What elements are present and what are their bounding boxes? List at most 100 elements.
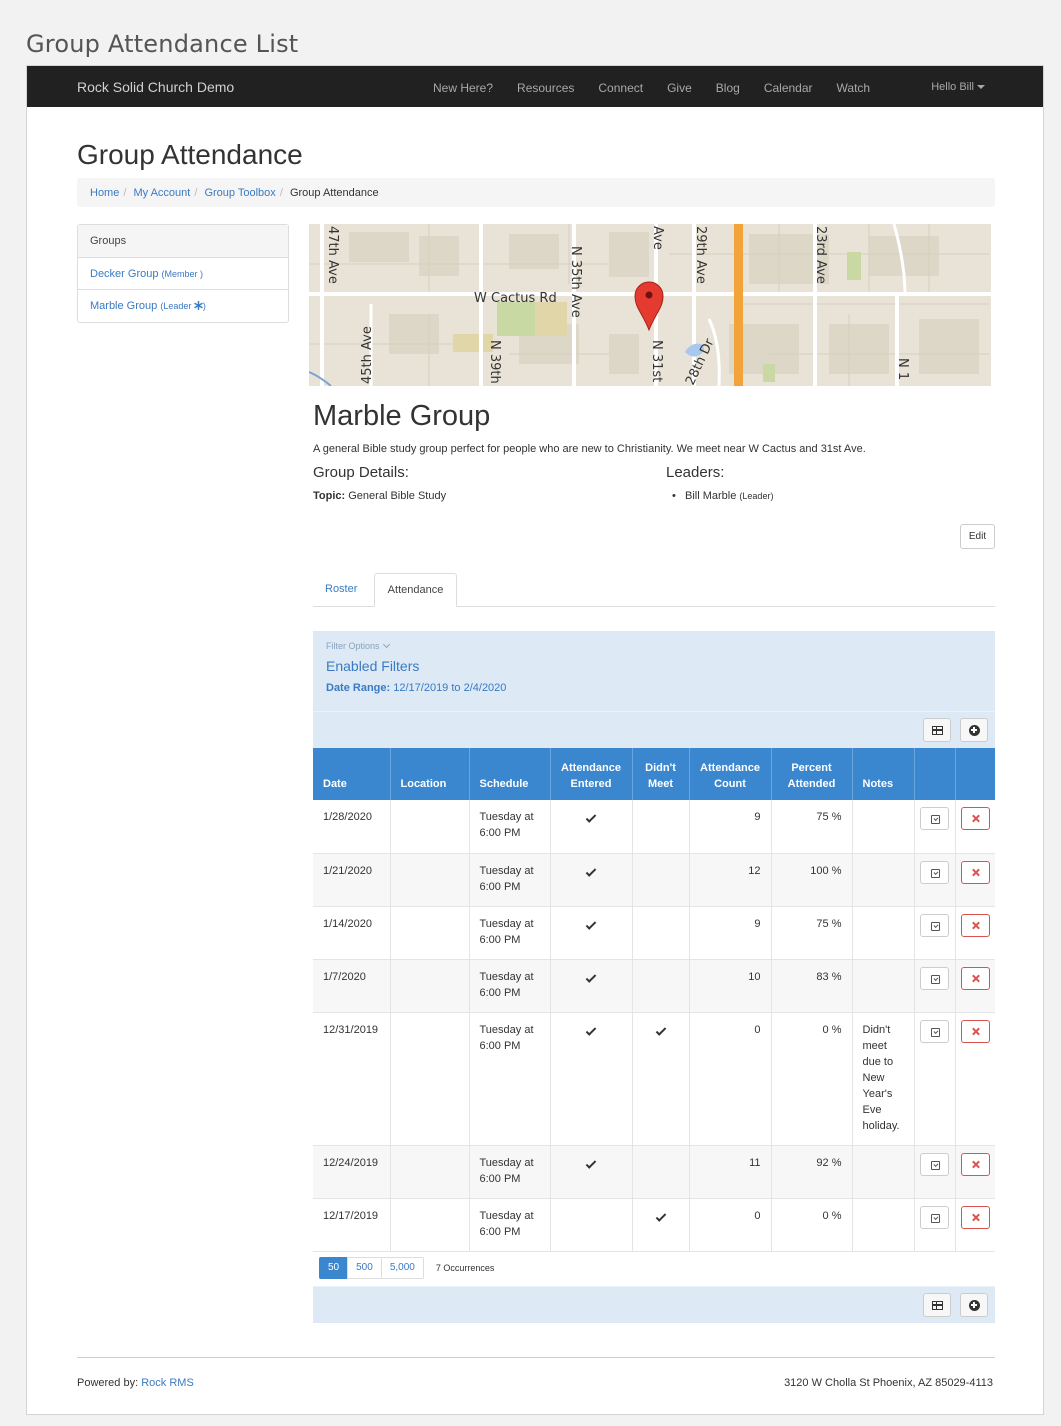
table-row[interactable]: 1/28/2020 Tuesday at 6:00 PM 9 75 % (313, 800, 995, 854)
nav-item-watch[interactable]: Watch (837, 81, 871, 95)
nav-item-give[interactable]: Give (667, 81, 692, 95)
cell-attendance-count: 0 (689, 1012, 772, 1146)
map-label-cactus: W Cactus Rd (474, 291, 557, 306)
cell-attendance-entered (550, 853, 633, 907)
col-location[interactable]: Location (390, 748, 470, 800)
tab-attendance[interactable]: Attendance (374, 573, 457, 607)
browser-page: Rock Solid Church Demo New Here? Resourc… (26, 65, 1044, 1415)
edit-attendance-button[interactable] (920, 1019, 949, 1043)
check-square-icon (931, 868, 940, 878)
cell-edit (914, 959, 956, 1013)
col-date[interactable]: Date (313, 748, 391, 800)
table-row[interactable]: 12/24/2019 Tuesday at 6:00 PM 11 92 % (313, 1145, 995, 1199)
map-label-31st: N 31st (649, 340, 664, 382)
delete-occurrence-button[interactable] (960, 1152, 990, 1176)
nav-item-calendar[interactable]: Calendar (764, 81, 813, 95)
topic-value: General Bible Study (348, 490, 447, 502)
table-row[interactable]: 1/14/2020 Tuesday at 6:00 PM 9 75 % (313, 906, 995, 960)
col-schedule[interactable]: Schedule (469, 748, 551, 800)
document-title: Group Attendance List (26, 30, 299, 58)
group-link-marble[interactable]: Marble Group (Leader ) (78, 290, 288, 322)
close-icon (971, 814, 981, 824)
user-menu-label: Hello Bill (931, 81, 974, 93)
delete-occurrence-button[interactable] (960, 1019, 990, 1043)
cell-location (390, 959, 470, 1013)
delete-occurrence-button[interactable] (960, 966, 990, 990)
cell-delete (955, 1198, 995, 1252)
group-details-heading: Group Details: (313, 464, 409, 481)
cell-date: 1/7/2020 (313, 959, 391, 1013)
group-location-map[interactable]: W Cactus Rd 47th Ave N 35th Ave Ave 29th… (309, 224, 991, 386)
brand-link[interactable]: Rock Solid Church Demo (77, 79, 234, 95)
breadcrumb-my-account[interactable]: My Account (133, 187, 190, 199)
delete-occurrence-button[interactable] (960, 913, 990, 937)
table-row[interactable]: 1/21/2020 Tuesday at 6:00 PM 12 100 % (313, 853, 995, 907)
delete-occurrence-button[interactable] (960, 807, 990, 830)
table-row[interactable]: 1/7/2020 Tuesday at 6:00 PM 10 83 % (313, 959, 995, 1013)
table-row[interactable]: 12/17/2019 Tuesday at 6:00 PM 0 0 % (313, 1198, 995, 1252)
cell-date: 1/28/2020 (313, 800, 391, 854)
export-excel-button[interactable] (923, 718, 951, 742)
table-row[interactable]: 12/31/2019 Tuesday at 6:00 PM 0 0 % Didn't me… (313, 1012, 995, 1146)
delete-occurrence-button[interactable] (960, 860, 990, 884)
cell-edit (914, 906, 956, 960)
cell-percent-attended: 75 % (771, 800, 853, 854)
edit-attendance-button[interactable] (920, 860, 949, 884)
cell-attendance-count: 10 (689, 959, 772, 1013)
edit-attendance-button[interactable] (920, 966, 949, 990)
nav-item-blog[interactable]: Blog (716, 81, 740, 95)
cell-delete (955, 1145, 995, 1199)
cell-date: 1/14/2020 (313, 906, 391, 960)
map-label-47th: 47th Ave (325, 226, 340, 284)
tab-roster[interactable]: Roster (313, 573, 369, 607)
add-occurrence-button[interactable] (960, 718, 988, 742)
col-percent-attended[interactable]: Percent Attended (771, 748, 853, 800)
breadcrumb: Home / My Account / Group Toolbox / Group A… (77, 178, 995, 207)
breadcrumb-group-toolbox[interactable]: Group Toolbox (204, 187, 275, 199)
add-occurrence-button-bottom[interactable] (960, 1293, 988, 1317)
table-icon (931, 1300, 943, 1310)
edit-attendance-button[interactable] (920, 913, 949, 937)
edit-attendance-button[interactable] (920, 1205, 949, 1229)
delete-occurrence-button[interactable] (960, 1205, 990, 1229)
cell-location (390, 906, 470, 960)
plus-circle-icon (968, 724, 980, 736)
col-attendance-entered[interactable]: Attendance Entered (550, 748, 633, 800)
nav-item-connect[interactable]: Connect (598, 81, 643, 95)
cell-schedule: Tuesday at 6:00 PM (469, 1145, 551, 1199)
map-label-23rd: 23rd Ave (813, 226, 828, 284)
rock-rms-link[interactable]: Rock RMS (141, 1377, 194, 1389)
page-size-500[interactable]: 500 (347, 1257, 382, 1279)
attendance-grid: Date Location Schedule Attendance Entered… (313, 748, 995, 1252)
groups-panel: Groups Decker Group (Member ) Marble Gro… (77, 224, 289, 323)
nav-item-resources[interactable]: Resources (517, 81, 574, 95)
cell-edit (914, 1012, 956, 1146)
group-link-decker[interactable]: Decker Group (Member ) (78, 258, 288, 290)
filter-panel: Filter Options Enabled Filters Date Rang… (313, 631, 995, 711)
map-image: W Cactus Rd 47th Ave N 35th Ave Ave 29th… (309, 224, 991, 386)
close-icon (971, 921, 981, 931)
cell-attendance-count: 0 (689, 1198, 772, 1252)
breadcrumb-home[interactable]: Home (90, 187, 119, 199)
edit-attendance-button[interactable] (920, 807, 949, 830)
col-attendance-count[interactable]: Attendance Count (689, 748, 772, 800)
group-link-name: Decker Group (90, 268, 159, 280)
cell-notes (852, 853, 915, 907)
page-size-50[interactable]: 50 (319, 1257, 349, 1279)
export-excel-button-bottom[interactable] (923, 1293, 951, 1317)
nav-item-new-here[interactable]: New Here? (433, 81, 493, 95)
user-menu[interactable]: Hello Bill (931, 81, 985, 93)
col-notes[interactable]: Notes (852, 748, 915, 800)
close-icon (971, 1213, 981, 1223)
check-square-icon (931, 1027, 940, 1037)
group-link-name: Marble Group (90, 300, 158, 312)
cell-notes (852, 906, 915, 960)
cell-attendance-entered (550, 1145, 633, 1199)
edit-group-button[interactable]: Edit (960, 524, 995, 549)
page-size-5000[interactable]: 5,000 (380, 1257, 424, 1279)
col-didnt-meet[interactable]: Didn't Meet (632, 748, 690, 800)
cell-schedule: Tuesday at 6:00 PM (469, 853, 551, 907)
cell-percent-attended: 0 % (771, 1198, 853, 1252)
filter-options-toggle[interactable]: Filter Options (326, 640, 982, 651)
edit-attendance-button[interactable] (920, 1152, 949, 1176)
